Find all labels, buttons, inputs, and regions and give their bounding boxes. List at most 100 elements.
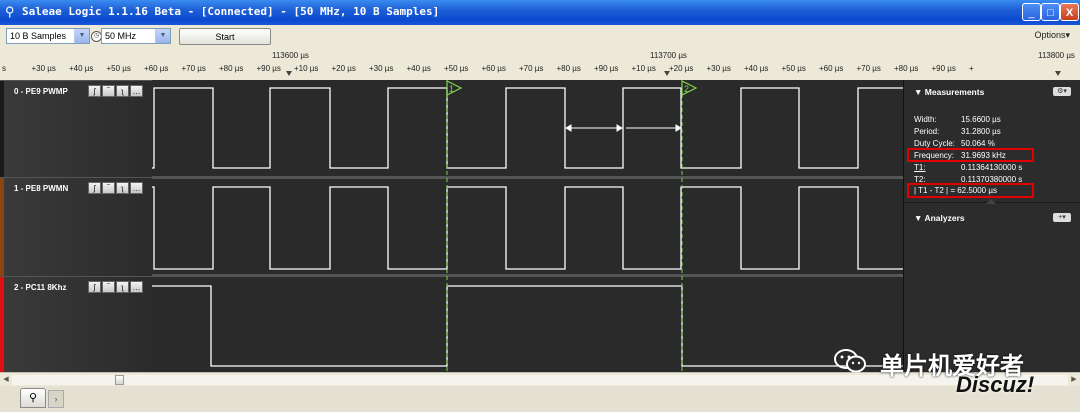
ruler-tick-label: +70 µs xyxy=(519,64,544,73)
ruler-major-label: 113700 µs xyxy=(650,51,687,60)
high-level-trigger-button[interactable]: ‾ xyxy=(102,182,115,194)
channel-color-bar xyxy=(0,81,4,178)
ruler-tick-label: +60 µs xyxy=(481,64,506,73)
ruler-tick-label: +30 µs xyxy=(706,64,731,73)
channel-panel-0[interactable]: 0 - PE9 PWMP ʃ ‾ ʅ… xyxy=(0,80,152,178)
ruler-tick-label: +30 µs xyxy=(369,64,394,73)
rising-edge-trigger-button[interactable]: ʃ xyxy=(88,85,101,97)
analyzers-header[interactable]: ▼ Analyzers xyxy=(914,213,965,223)
trigger-controls: ʃ ‾ ʅ… xyxy=(88,281,148,294)
high-level-trigger-button[interactable]: ‾ xyxy=(102,85,115,97)
ruler-major-marker xyxy=(1055,71,1061,76)
high-level-trigger-button[interactable]: ‾ xyxy=(102,281,115,293)
ruler-tick-label: +90 µs xyxy=(931,64,956,73)
channel-name: 0 - PE9 PWMP xyxy=(14,87,68,96)
search-icon[interactable]: ⚲ xyxy=(20,388,46,408)
frequency-highlight-box xyxy=(907,148,1034,162)
ruler-major-marker xyxy=(664,71,670,76)
minimize-button[interactable]: _ xyxy=(1022,3,1041,21)
chevron-down-icon[interactable]: ▼ xyxy=(155,29,170,43)
channel-separator xyxy=(152,274,903,277)
ruler-tick-label: +40 µs xyxy=(744,64,769,73)
measurements-header[interactable]: ▼ Measurements xyxy=(914,87,984,97)
title-bar[interactable]: ⚲ Saleae Logic 1.1.16 Beta - [Connected]… xyxy=(0,0,1080,25)
width-measurement-arrow xyxy=(565,124,623,132)
timing-marker-t1-label: 1 xyxy=(449,84,454,94)
samples-select[interactable]: 10 B Samples ▼ xyxy=(6,28,90,44)
chevron-right-icon[interactable]: › xyxy=(48,390,64,408)
samples-value: 10 B Samples xyxy=(10,31,67,41)
ruler-tick-label: + xyxy=(969,64,974,73)
waveform-canvas[interactable]: 1 2 xyxy=(152,80,903,372)
rising-edge-trigger-button[interactable]: ʃ xyxy=(88,182,101,194)
scroll-left-icon[interactable]: ◀ xyxy=(1,375,11,385)
ruler-tick-label: +80 µs xyxy=(556,64,581,73)
wechat-icon xyxy=(834,349,866,373)
ruler-tick-label: +80 µs xyxy=(219,64,244,73)
time-ruler[interactable]: s +30 µs +40 µs +50 µs +60 µs +70 µs +80 µs +90… xyxy=(0,47,1080,81)
delta-highlight-box xyxy=(907,183,1034,198)
scroll-right-icon[interactable]: ▶ xyxy=(1069,375,1079,385)
falling-edge-trigger-button[interactable]: ʅ xyxy=(116,85,129,97)
channel-2-waveform xyxy=(152,285,903,367)
window-title: Saleae Logic 1.1.16 Beta - [Connected] -… xyxy=(22,5,440,18)
channel-separator xyxy=(152,176,903,179)
chevron-down-icon[interactable]: ▼ xyxy=(74,29,89,43)
channel-menu-button[interactable]: … xyxy=(130,85,143,97)
ruler-tick-label: +60 µs xyxy=(819,64,844,73)
ruler-tick-label: +40 µs xyxy=(69,64,94,73)
close-button[interactable]: X xyxy=(1060,3,1079,21)
rising-edge-trigger-button[interactable]: ʃ xyxy=(88,281,101,293)
ruler-tick-label: +60 µs xyxy=(144,64,169,73)
plus-icon: + xyxy=(1058,214,1063,221)
start-button[interactable]: Start xyxy=(179,28,271,45)
gear-icon[interactable]: ⚙▾ xyxy=(1053,87,1071,96)
channel-color-bar xyxy=(0,277,4,373)
channel-color-bar xyxy=(0,178,4,277)
channel-menu-button[interactable]: … xyxy=(130,281,143,293)
ruler-tick-label: +30 µs xyxy=(31,64,56,73)
ruler-tick-label: +20 µs xyxy=(669,64,694,73)
falling-edge-trigger-button[interactable]: ʅ xyxy=(116,182,129,194)
panel-collapse-arrow[interactable] xyxy=(986,199,996,204)
ruler-tick-label: +10 µs xyxy=(294,64,319,73)
channel-panel-1[interactable]: 1 - PE8 PWMN ʃ ‾ ʅ… xyxy=(0,177,152,277)
channel-name: 1 - PE8 PWMN xyxy=(14,184,69,193)
ruler-major-label: 113800 µs xyxy=(1038,51,1075,60)
waveform-area[interactable]: 1 2 xyxy=(152,80,903,372)
add-analyzer-button[interactable]: +▾ xyxy=(1053,213,1071,222)
maximize-button[interactable]: □ xyxy=(1041,3,1060,21)
options-menu[interactable]: Options▾ xyxy=(1034,30,1070,41)
watermark-site: Discuz! xyxy=(956,372,1035,397)
ruler-tick-label: +90 µs xyxy=(594,64,619,73)
channel-menu-button[interactable]: … xyxy=(130,182,143,194)
period-measurement-arrow xyxy=(626,124,682,132)
measurement-row-width: Width: 15.6600 µs xyxy=(914,115,1001,124)
channel-name: 2 - PC11 8Khz xyxy=(14,283,67,292)
app-window: ⚲ Saleae Logic 1.1.16 Beta - [Connected]… xyxy=(0,0,1080,412)
speed-select[interactable]: 50 MHz ▼ xyxy=(101,28,171,44)
falling-edge-trigger-button[interactable]: ʅ xyxy=(116,281,129,293)
measurement-row-period: Period: 31.2800 µs xyxy=(914,127,1001,136)
ruler-tick-label: +50 µs xyxy=(781,64,806,73)
ruler-tick-label: +50 µs xyxy=(106,64,131,73)
analyzers-title: Analyzers xyxy=(924,213,965,223)
ruler-tick-label: +20 µs xyxy=(331,64,356,73)
speed-value: 50 MHz xyxy=(105,31,137,41)
scroll-thumb[interactable] xyxy=(115,375,124,385)
channel-panel-2[interactable]: 2 - PC11 8Khz ʃ ‾ ʅ… xyxy=(0,276,152,373)
channel-0-waveform xyxy=(152,87,903,169)
toolbar: 10 B Samples ▼ ◷ 50 MHz ▼ Start Options▾ xyxy=(0,25,1080,47)
trigger-controls: ʃ ‾ ʅ… xyxy=(88,182,148,195)
ruler-tick-label: +80 µs xyxy=(894,64,919,73)
side-panel: ▼ Measurements ⚙▾ Width: 15.6600 µs Perio… xyxy=(903,80,1080,372)
ruler-tick-label: +10 µs xyxy=(631,64,656,73)
ruler-tick-label: s xyxy=(2,64,6,73)
ruler-tick-label: +70 µs xyxy=(181,64,206,73)
channel-1-waveform xyxy=(152,186,903,270)
measurement-row-duty-cycle: Duty Cycle: 50.064 % xyxy=(914,139,995,148)
ruler-tick-label: +90 µs xyxy=(256,64,281,73)
ruler-tick-label: +70 µs xyxy=(856,64,881,73)
bottom-bar: ⚲ › xyxy=(0,386,1080,412)
ruler-tick-label: +40 µs xyxy=(406,64,431,73)
